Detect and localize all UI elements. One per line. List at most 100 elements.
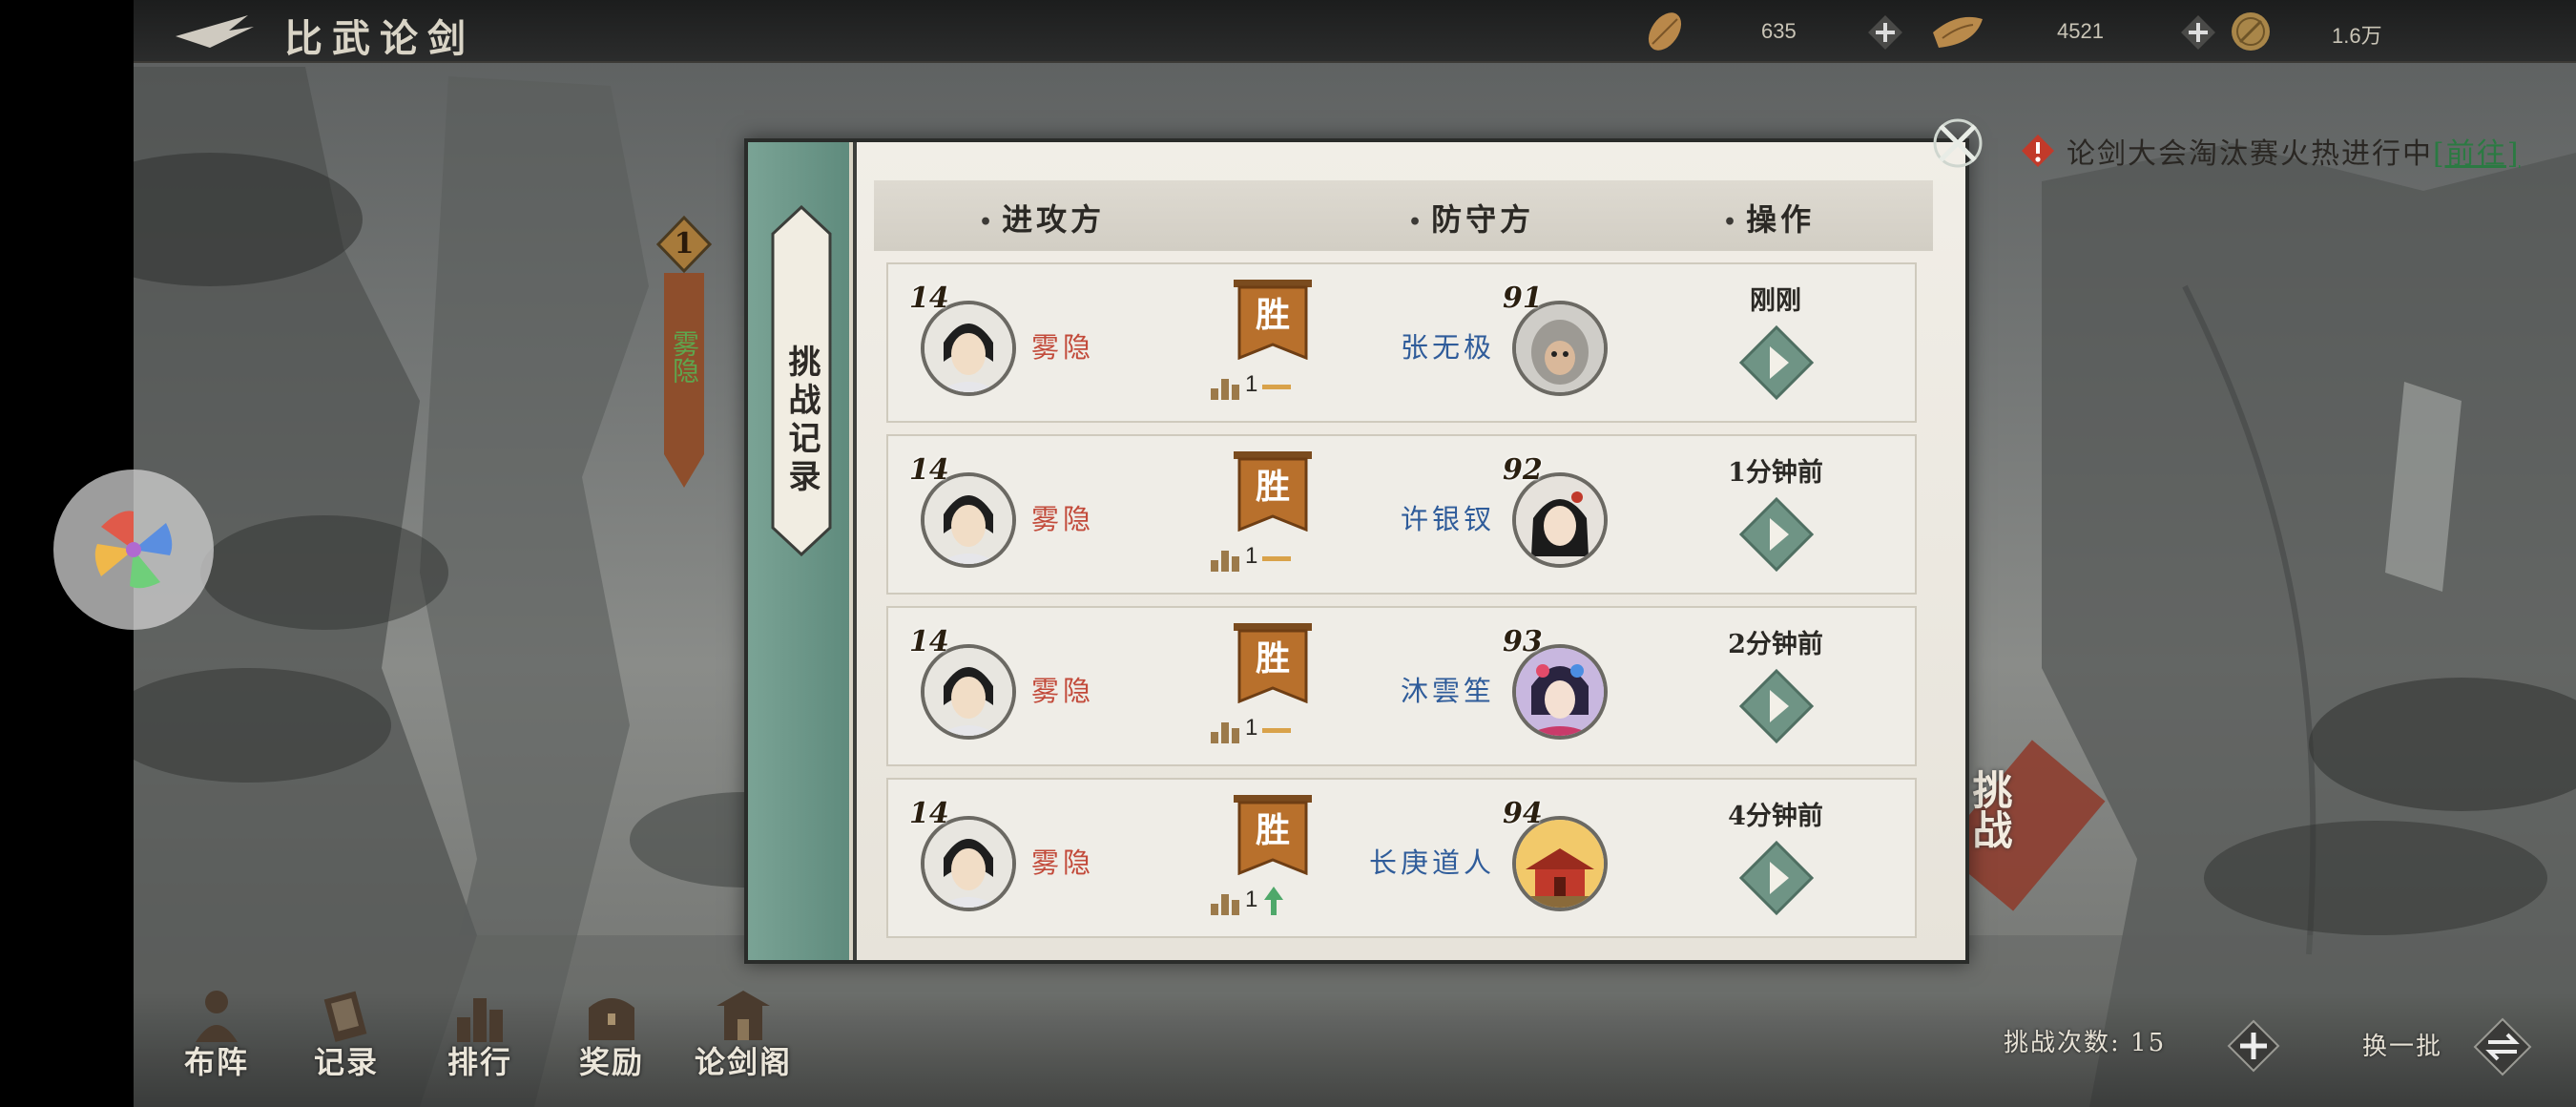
nav-label: 奖励	[578, 1044, 644, 1080]
rank-change-value: 1	[1245, 715, 1258, 741]
rank-change: 1	[1209, 371, 1314, 406]
page-title: 比武论剑	[284, 16, 475, 61]
nav-ranking[interactable]: 排行	[418, 971, 542, 1096]
plus-icon	[2227, 1019, 2280, 1073]
rank-change: 1	[1209, 887, 1314, 921]
defender-avatar	[1512, 644, 1608, 740]
rank-holder-name: 雾隐	[669, 330, 700, 384]
defender-avatar	[1512, 472, 1608, 568]
attacker-level: 14	[909, 453, 949, 487]
rank-change-value: 1	[1245, 371, 1258, 397]
attacker-name: 雾隐	[1031, 846, 1095, 879]
leaf-token-value: 635	[1761, 19, 1797, 43]
attacker-avatar	[921, 301, 1016, 396]
rank-change-value: 1	[1245, 543, 1258, 569]
rank-bars-icon	[1211, 894, 1239, 915]
back-button[interactable]	[172, 10, 258, 53]
col-defender: 防守方	[1408, 196, 1534, 240]
attacker-avatar	[921, 816, 1016, 911]
nav-pavilion[interactable]: 论剑阁	[681, 971, 805, 1096]
attacker-level: 14	[909, 282, 949, 315]
replay-button[interactable]	[1738, 324, 1815, 401]
resource-jade-coin: 1.6万	[2227, 8, 2437, 55]
defender-name: 沐雲笙	[1400, 675, 1495, 707]
defender-level: 93	[1503, 625, 1543, 658]
attacker-name: 雾隐	[1031, 503, 1095, 535]
replay-button[interactable]	[1738, 496, 1815, 573]
swap-label: 换一批	[2362, 1033, 2443, 1061]
plus-icon	[2181, 15, 2215, 50]
close-icon	[1933, 118, 1983, 168]
side-challenge-label[interactable]: 挑战	[1966, 769, 2013, 849]
jade-coin-icon	[2232, 12, 2270, 51]
attacker-name: 雾隐	[1031, 331, 1095, 364]
notice-text: 论剑大会淘汰赛火热进行中	[2067, 137, 2433, 171]
resource-leaf-token: 635	[1641, 8, 1851, 55]
defender-avatar	[1512, 816, 1608, 911]
add-challenge-button[interactable]	[2227, 1019, 2280, 1073]
close-dialog-button[interactable]	[1927, 113, 1988, 174]
add-gold-ingot-button[interactable]	[2179, 13, 2217, 52]
rank-bars-icon	[1211, 722, 1239, 743]
nav-label: 布阵	[183, 1044, 249, 1080]
challenge-count-value: 15	[2130, 1029, 2167, 1057]
gold-ingot-icon	[1933, 16, 1983, 48]
nav-record[interactable]: 记录	[284, 971, 408, 1096]
resource-gold-ingot: 4521	[1929, 8, 2177, 55]
win-banner: 胜	[1232, 278, 1314, 361]
play-icon	[1738, 324, 1815, 401]
record-row: 14 雾隐 胜 1 沐雲笙 93 2分钟前	[886, 606, 1917, 766]
nav-label: 论剑阁	[694, 1044, 792, 1080]
add-leaf-token-button[interactable]	[1866, 13, 1904, 52]
pinwheel-logo-icon	[94, 511, 173, 589]
dialog-tab-rail: 挑战记录	[748, 142, 853, 960]
top-bar: 比武论剑 635 4521 1.6万	[134, 0, 2576, 63]
floating-assistant-button[interactable]	[53, 470, 214, 630]
attacker-level: 14	[909, 625, 949, 658]
rank-same-icon	[1262, 556, 1291, 561]
replay-button[interactable]	[1738, 840, 1815, 916]
tab-challenge-record[interactable]: 挑战记录	[771, 205, 832, 556]
swap-arrows-icon	[2473, 1017, 2532, 1076]
rank-change: 1	[1209, 543, 1314, 577]
table-header: 进攻方 防守方 操作	[874, 180, 1933, 251]
result-text: 胜	[1255, 467, 1290, 507]
nav-label: 记录	[313, 1044, 379, 1080]
plus-icon	[1868, 15, 1902, 50]
defender-level: 94	[1503, 797, 1543, 830]
rank-change-value: 1	[1245, 887, 1258, 912]
nav-formation[interactable]: 布阵	[155, 971, 279, 1096]
challenge-record-dialog: 挑战记录 进攻方 防守方 操作 14 雾隐 胜 1 张无极 91 刚刚	[744, 138, 1969, 964]
rank-flag: 1 雾隐	[655, 215, 713, 492]
attacker-avatar	[921, 472, 1016, 568]
jade-coin-value: 1.6万	[2332, 24, 2382, 48]
swap-opponents-button[interactable]	[2473, 1017, 2532, 1076]
win-banner: 胜	[1232, 793, 1314, 876]
result-text: 胜	[1255, 638, 1290, 679]
record-row: 14 雾隐 胜 1 长庚道人 94 4分钟前	[886, 778, 1917, 938]
rank-bars-icon	[1211, 551, 1239, 572]
replay-button[interactable]	[1738, 668, 1815, 744]
nav-label: 排行	[447, 1044, 512, 1080]
col-action: 操作	[1723, 196, 1815, 240]
record-time: 4分钟前	[1728, 802, 1823, 831]
attacker-level: 14	[909, 797, 949, 830]
play-icon	[1738, 840, 1815, 916]
attacker-avatar	[921, 644, 1016, 740]
tournament-notice: 论剑大会淘汰赛火热进行中[前往]	[2021, 124, 2574, 172]
attacker-name: 雾隐	[1031, 675, 1095, 707]
win-banner: 胜	[1232, 449, 1314, 533]
play-icon	[1738, 668, 1815, 744]
defender-level: 92	[1503, 453, 1543, 487]
rank-bars-icon	[1211, 379, 1239, 400]
record-time: 刚刚	[1750, 286, 1801, 316]
challenge-count-label: 挑战次数:	[2004, 1029, 2121, 1057]
col-attacker: 进攻方	[979, 196, 1105, 240]
nav-reward[interactable]: 奖励	[550, 971, 674, 1096]
record-row: 14 雾隐 胜 1 许银钗 92 1分钟前	[886, 434, 1917, 595]
notice-goto-link[interactable]: [前往]	[2433, 137, 2520, 171]
result-text: 胜	[1255, 295, 1290, 335]
record-time: 2分钟前	[1728, 630, 1823, 659]
rank-number: 1	[674, 227, 695, 261]
defender-name: 许银钗	[1400, 503, 1495, 535]
